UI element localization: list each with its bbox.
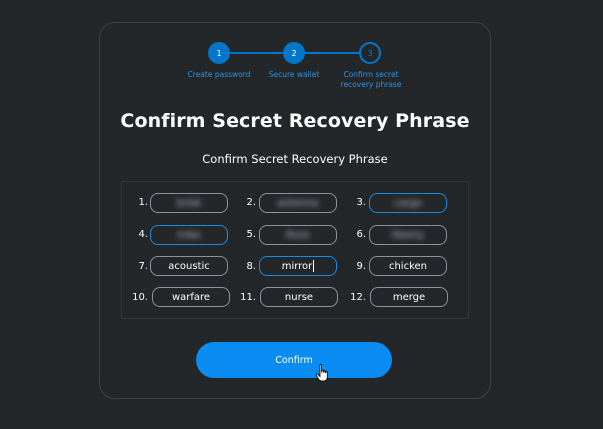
page-title: Confirm Secret Recovery Phrase <box>120 110 470 132</box>
word-number-4: 4. <box>138 229 148 240</box>
word-input-3[interactable]: cargo <box>369 193 447 213</box>
word-value-6: liberty <box>391 229 424 241</box>
stepper-line-2 <box>304 52 360 54</box>
step-2-label: Secure wallet <box>268 70 320 79</box>
step-3-number: 3 <box>367 48 373 58</box>
page-subtitle: Confirm Secret Recovery Phrase <box>202 152 388 166</box>
word-number-8: 8. <box>246 261 256 272</box>
word-number-3: 3. <box>356 197 366 208</box>
word-input-2[interactable]: antenna <box>259 193 337 213</box>
word-value-5: flock <box>286 229 310 241</box>
word-number-11: 11. <box>240 292 256 303</box>
word-value-2: antenna <box>277 197 319 209</box>
word-number-6: 6. <box>356 229 366 240</box>
word-input-12[interactable]: merge <box>370 287 448 307</box>
stepper-line-1 <box>230 52 284 54</box>
step-1-label: Create password <box>187 70 251 79</box>
word-value-12: merge <box>392 291 426 303</box>
step-1-indicator: 1 <box>208 42 230 64</box>
word-number-1: 1. <box>138 197 148 208</box>
word-input-5[interactable]: flock <box>259 225 337 245</box>
word-number-7: 7. <box>138 261 148 272</box>
word-value-4: tribe <box>177 229 201 241</box>
step-1-number: 1 <box>216 48 222 58</box>
word-input-10[interactable]: warfare <box>152 287 230 307</box>
step-2-number: 2 <box>291 48 297 58</box>
word-input-7[interactable]: acoustic <box>150 256 228 276</box>
word-input-1[interactable]: brisk <box>150 193 228 213</box>
word-number-2: 2. <box>246 197 256 208</box>
word-number-10: 10. <box>132 292 148 303</box>
word-input-11[interactable]: nurse <box>260 287 338 307</box>
word-value-1: brisk <box>176 197 202 209</box>
word-value-8: mirror <box>281 260 313 272</box>
hand-pointer-cursor-icon <box>315 364 328 382</box>
step-3-indicator: 3 <box>359 42 381 64</box>
word-value-11: nurse <box>284 291 314 303</box>
word-value-9: chicken <box>388 260 428 272</box>
word-input-6[interactable]: liberty <box>369 225 447 245</box>
confirm-button[interactable]: Confirm <box>196 342 392 378</box>
word-input-9[interactable]: chicken <box>369 256 447 276</box>
word-value-3: cargo <box>393 197 423 209</box>
word-input-4[interactable]: tribe <box>150 225 228 245</box>
word-number-12: 12. <box>350 292 366 303</box>
text-caret <box>313 260 315 272</box>
word-input-8[interactable]: mirror <box>259 256 337 276</box>
word-number-5: 5. <box>246 229 256 240</box>
step-2-indicator: 2 <box>283 42 305 64</box>
step-3-label: Confirm secret recovery phrase <box>340 70 402 89</box>
word-value-10: warfare <box>171 291 211 303</box>
word-number-9: 9. <box>356 261 366 272</box>
word-value-7: acoustic <box>168 260 210 272</box>
